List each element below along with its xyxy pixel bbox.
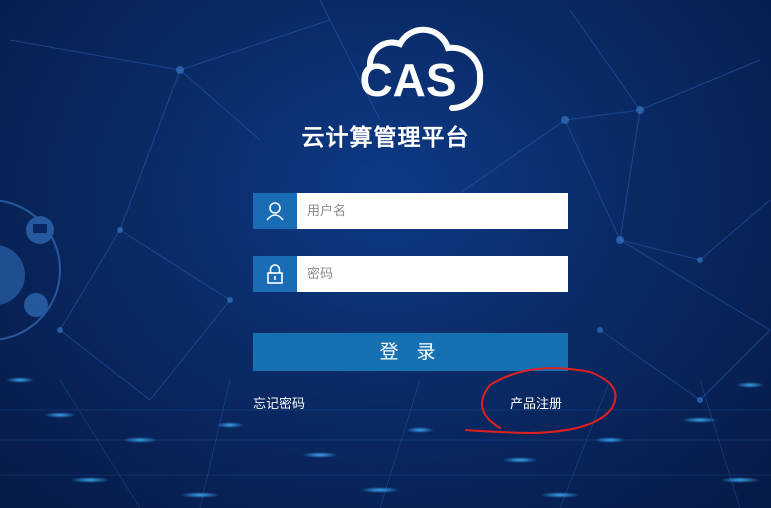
- username-field[interactable]: [253, 193, 568, 229]
- user-icon: [253, 193, 297, 229]
- password-input[interactable]: [297, 257, 568, 291]
- product-register-link[interactable]: 产品注册: [510, 393, 562, 412]
- login-button[interactable]: 登 录: [253, 333, 568, 371]
- cas-logo: CAS: [359, 26, 484, 112]
- forgot-password-link[interactable]: 忘记密码: [253, 393, 305, 412]
- password-field[interactable]: [253, 256, 568, 292]
- lock-icon: [253, 256, 297, 292]
- logo-text: CAS: [359, 54, 456, 106]
- platform-title: 云计算管理平台: [301, 125, 470, 151]
- username-input[interactable]: [297, 194, 568, 228]
